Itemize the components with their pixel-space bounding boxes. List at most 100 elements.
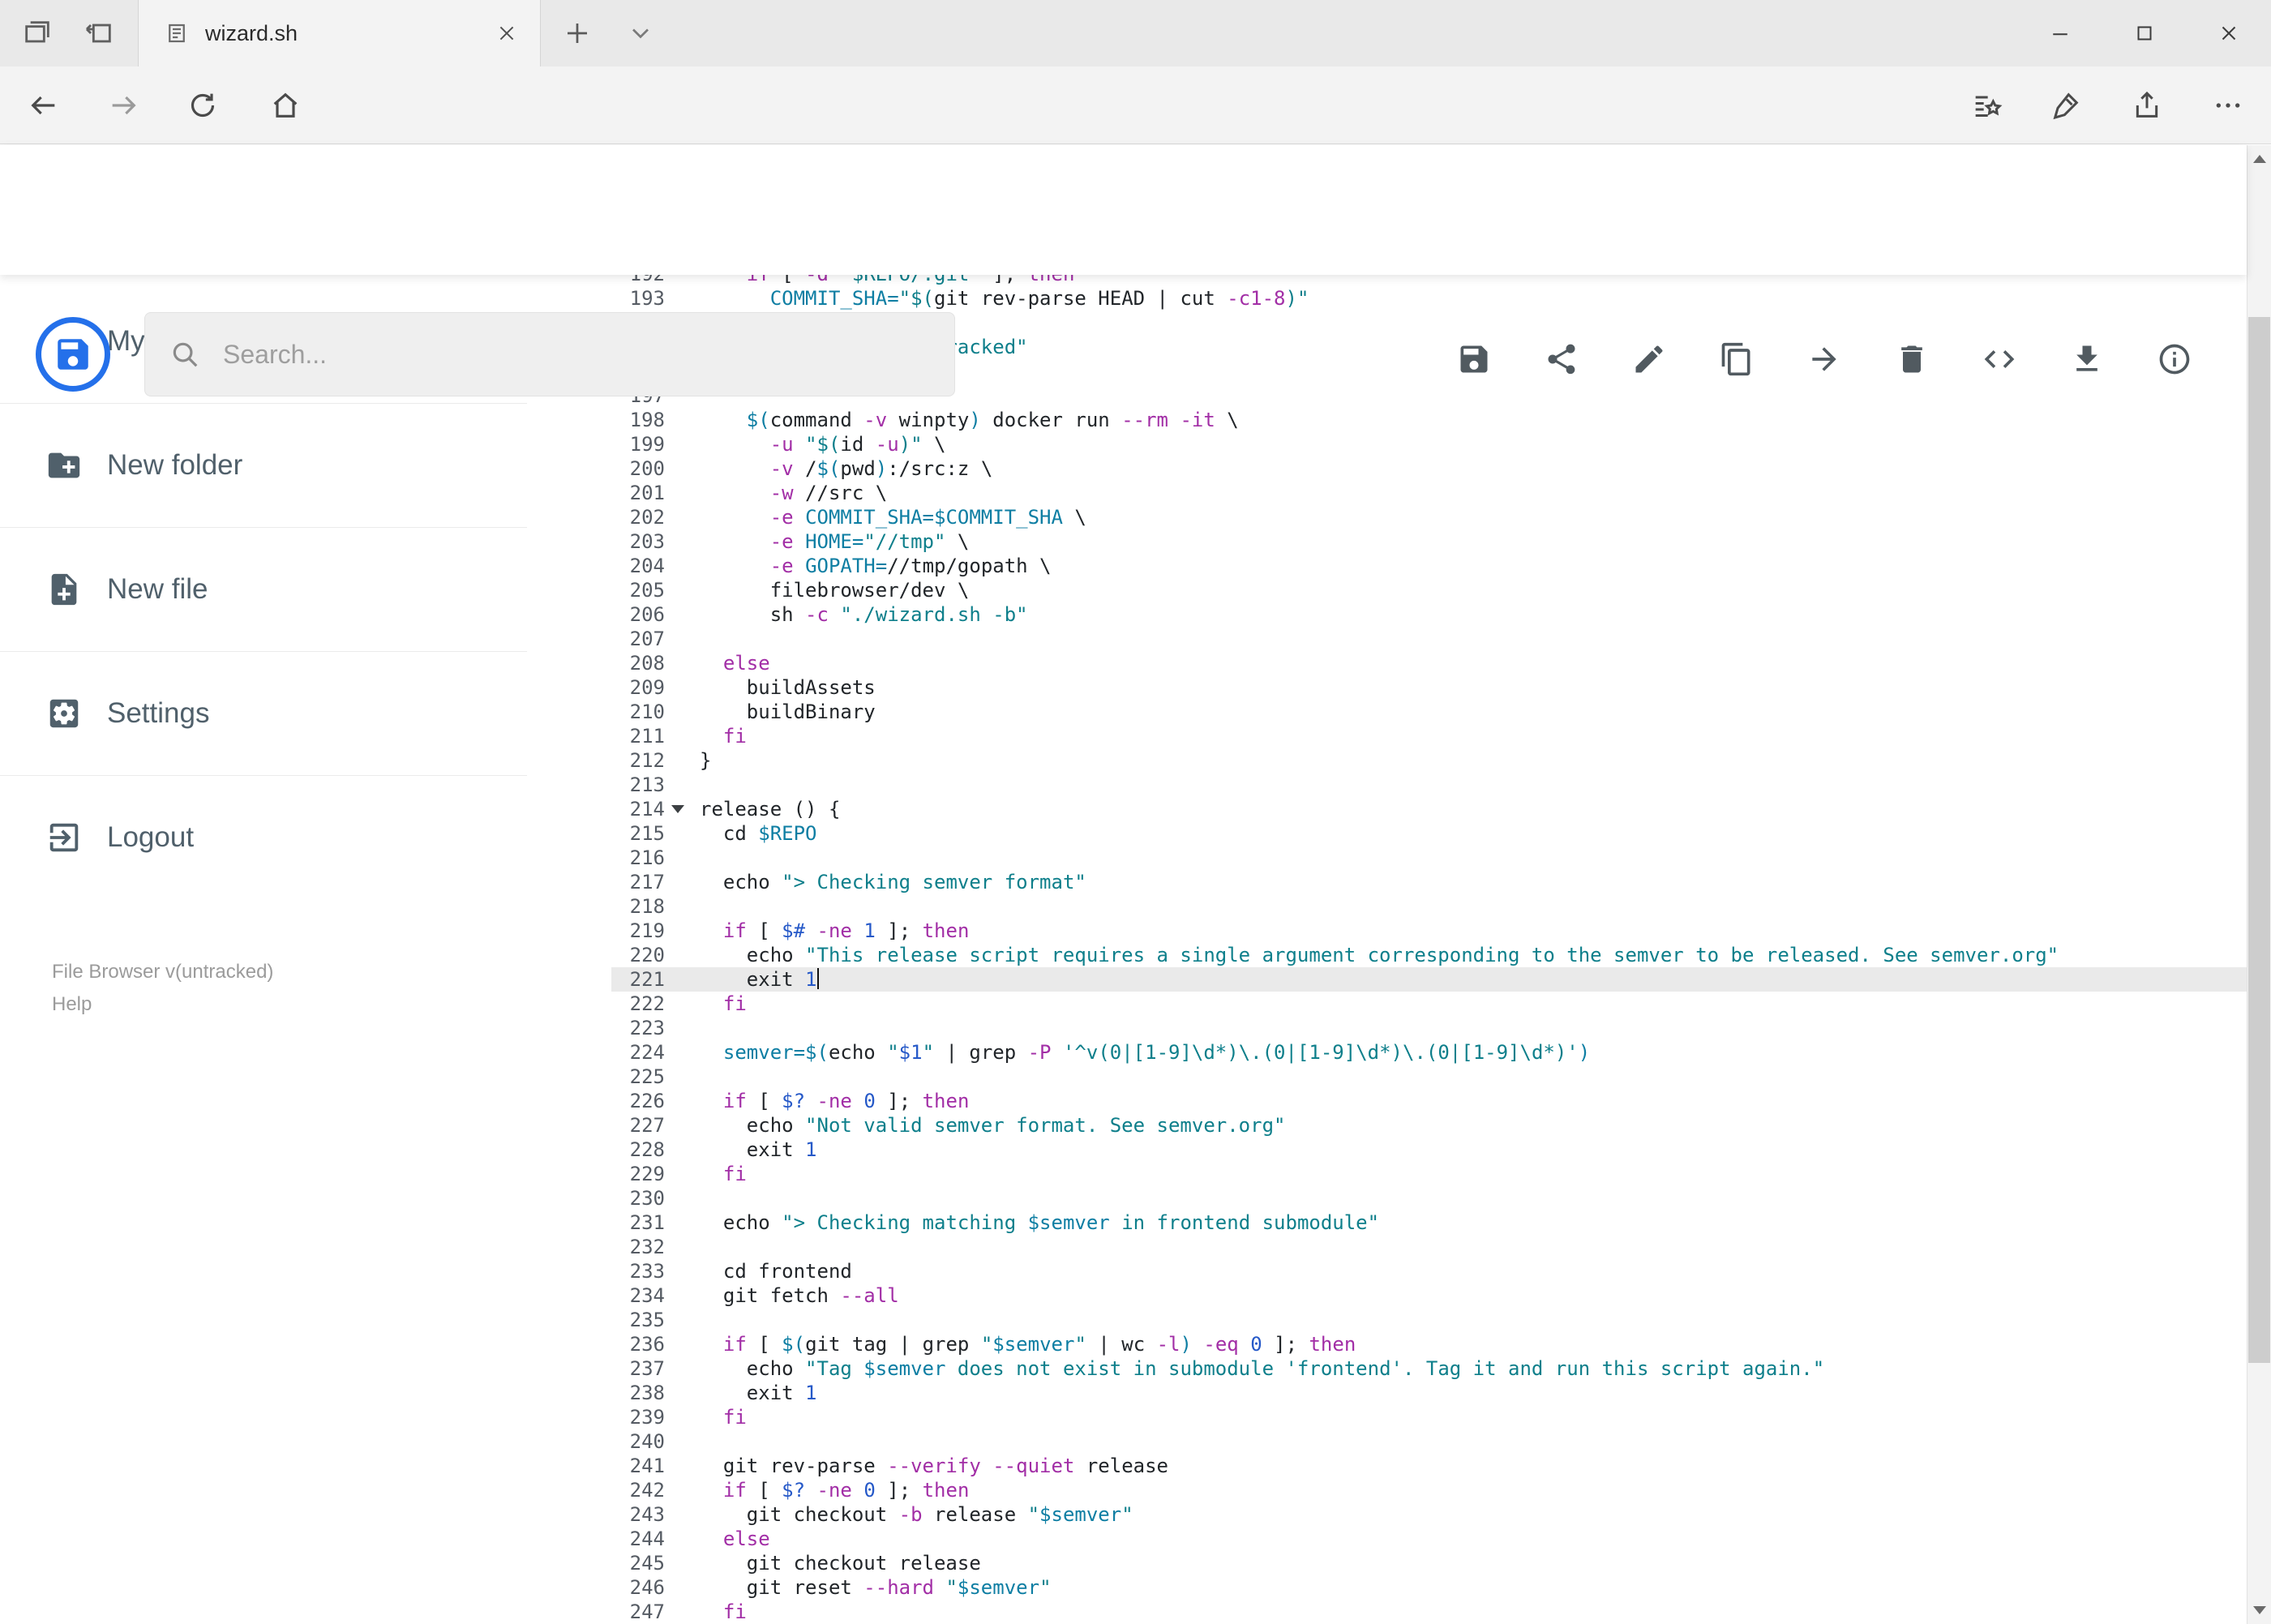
scroll-up-arrow-icon[interactable]	[2247, 145, 2271, 173]
line-number[interactable]: 242	[611, 1478, 665, 1502]
code-line[interactable]: 199 -u "$(id -u)" \	[611, 432, 2247, 456]
sidebar-item-new-file[interactable]: New file	[0, 527, 527, 651]
line-number[interactable]: 210	[611, 700, 665, 724]
line-number[interactable]: 240	[611, 1429, 665, 1454]
search-bar[interactable]	[144, 312, 955, 396]
line-number[interactable]: 208	[611, 651, 665, 675]
line-number[interactable]: 211	[611, 724, 665, 748]
code-line[interactable]: 212}	[611, 748, 2247, 773]
browser-menu-icon[interactable]	[2212, 89, 2244, 122]
line-number[interactable]: 221	[611, 967, 665, 992]
forward-button[interactable]	[107, 89, 139, 122]
maximize-button[interactable]	[2102, 0, 2187, 66]
code-line[interactable]: 233 cd frontend	[611, 1259, 2247, 1283]
line-number[interactable]: 220	[611, 943, 665, 967]
download-button[interactable]	[2069, 341, 2105, 377]
code-line[interactable]: 210 buildBinary	[611, 700, 2247, 724]
minimize-button[interactable]	[2018, 0, 2102, 66]
line-number[interactable]: 231	[611, 1211, 665, 1235]
code-line[interactable]: 207	[611, 627, 2247, 651]
line-number[interactable]: 223	[611, 1016, 665, 1040]
tab-close-icon[interactable]	[496, 23, 517, 44]
web-notes-pen-icon[interactable]	[2050, 89, 2082, 122]
code-line[interactable]: 192 if [ -d "$REPO/.git" ]; then	[611, 275, 2247, 286]
line-number[interactable]: 243	[611, 1502, 665, 1527]
line-number[interactable]: 205	[611, 578, 665, 602]
code-line[interactable]: 234 git fetch --all	[611, 1283, 2247, 1308]
delete-button[interactable]	[1894, 341, 1930, 377]
code-line[interactable]: 215 cd $REPO	[611, 821, 2247, 846]
line-number[interactable]: 215	[611, 821, 665, 846]
line-number[interactable]: 193	[611, 286, 665, 311]
scroll-down-arrow-icon[interactable]	[2247, 1596, 2271, 1624]
line-number[interactable]: 234	[611, 1283, 665, 1308]
sidebar-item-settings[interactable]: Settings	[0, 651, 527, 775]
code-line[interactable]: 219 if [ $# -ne 1 ]; then	[611, 919, 2247, 943]
line-number[interactable]: 225	[611, 1065, 665, 1089]
rename-button[interactable]	[1631, 341, 1667, 377]
line-number[interactable]: 219	[611, 919, 665, 943]
line-number[interactable]: 218	[611, 894, 665, 919]
code-line[interactable]: 226 if [ $? -ne 0 ]; then	[611, 1089, 2247, 1113]
code-line[interactable]: 201 -w //src \	[611, 481, 2247, 505]
share-page-icon[interactable]	[2131, 89, 2163, 122]
search-input[interactable]	[221, 338, 930, 371]
code-line[interactable]: 240	[611, 1429, 2247, 1454]
line-number[interactable]: 245	[611, 1551, 665, 1575]
line-number[interactable]: 216	[611, 846, 665, 870]
code-line[interactable]: 242 if [ $? -ne 0 ]; then	[611, 1478, 2247, 1502]
code-line[interactable]: 218	[611, 894, 2247, 919]
info-button[interactable]	[2157, 341, 2192, 377]
code-line[interactable]: 224 semver=$(echo "$1" | grep -P '^v(0|[…	[611, 1040, 2247, 1065]
set-tabs-aside-icon[interactable]	[83, 17, 115, 49]
line-number[interactable]: 199	[611, 432, 665, 456]
line-number[interactable]: 235	[611, 1308, 665, 1332]
line-number[interactable]: 238	[611, 1381, 665, 1405]
line-number[interactable]: 237	[611, 1356, 665, 1381]
line-number[interactable]: 247	[611, 1600, 665, 1624]
line-number[interactable]: 203	[611, 529, 665, 554]
code-line[interactable]: 193 COMMIT_SHA="$(git rev-parse HEAD | c…	[611, 286, 2247, 311]
code-line[interactable]: 246 git reset --hard "$semver"	[611, 1575, 2247, 1600]
fold-arrow-icon[interactable]	[671, 805, 684, 813]
code-line[interactable]: 216	[611, 846, 2247, 870]
code-line[interactable]: 208 else	[611, 651, 2247, 675]
line-number[interactable]: 239	[611, 1405, 665, 1429]
line-number[interactable]: 241	[611, 1454, 665, 1478]
filebrowser-logo[interactable]	[36, 317, 110, 392]
line-number[interactable]: 192	[611, 275, 665, 286]
code-line[interactable]: 235	[611, 1308, 2247, 1332]
code-line[interactable]: 223	[611, 1016, 2247, 1040]
code-line[interactable]: 214 release () {	[611, 797, 2247, 821]
code-line[interactable]: 220 echo "This release script requires a…	[611, 943, 2247, 967]
close-button[interactable]	[2187, 0, 2271, 66]
move-button[interactable]	[1806, 341, 1842, 377]
code-line[interactable]: 213	[611, 773, 2247, 797]
line-number[interactable]: 224	[611, 1040, 665, 1065]
line-number[interactable]: 230	[611, 1186, 665, 1211]
tab-list-chevron-icon[interactable]	[626, 19, 655, 48]
line-number[interactable]: 217	[611, 870, 665, 894]
line-number[interactable]: 198	[611, 408, 665, 432]
code-line[interactable]: 236 if [ $(git tag | grep "$semver" | wc…	[611, 1332, 2247, 1356]
code-line[interactable]: 204 -e GOPATH=//tmp/gopath \	[611, 554, 2247, 578]
line-number[interactable]: 246	[611, 1575, 665, 1600]
save-button[interactable]	[1456, 341, 1492, 377]
share-button[interactable]	[1544, 341, 1579, 377]
code-line[interactable]: 231 echo "> Checking matching $semver in…	[611, 1211, 2247, 1235]
code-line[interactable]: 241 git rev-parse --verify --quiet relea…	[611, 1454, 2247, 1478]
code-line[interactable]: 228 exit 1	[611, 1138, 2247, 1162]
page-scrollbar[interactable]	[2247, 145, 2271, 1624]
code-editor[interactable]: 192 if [ -d "$REPO/.git" ]; then193 COMM…	[527, 275, 2247, 1624]
line-number[interactable]: 228	[611, 1138, 665, 1162]
home-button[interactable]	[269, 89, 302, 122]
sidebar-item-logout[interactable]: Logout	[0, 775, 527, 899]
code-line[interactable]: 247 fi	[611, 1600, 2247, 1624]
line-number[interactable]: 226	[611, 1089, 665, 1113]
line-number[interactable]: 204	[611, 554, 665, 578]
code-line[interactable]: 217 echo "> Checking semver format"	[611, 870, 2247, 894]
code-line[interactable]: 238 exit 1	[611, 1381, 2247, 1405]
code-line[interactable]: 205 filebrowser/dev \	[611, 578, 2247, 602]
line-number[interactable]: 212	[611, 748, 665, 773]
code-line[interactable]: 232	[611, 1235, 2247, 1259]
